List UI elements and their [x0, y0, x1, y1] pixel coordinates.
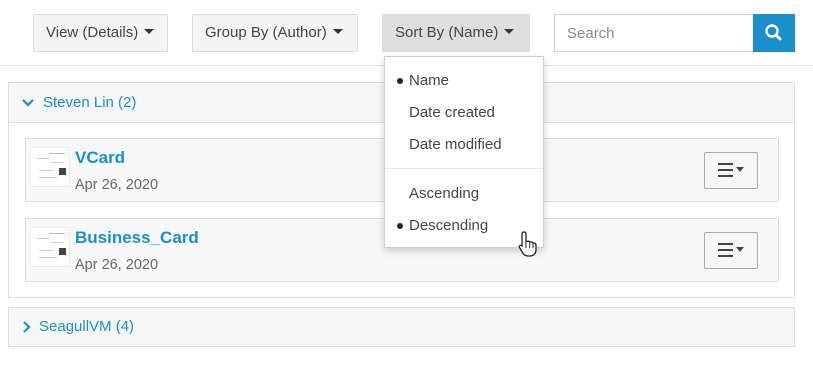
caret-down-icon: [332, 29, 343, 34]
selected-bullet-icon: [397, 78, 403, 84]
sort-menu: Name Date created Date modified Ascendin…: [384, 56, 544, 248]
sort-option-label: Descending: [409, 217, 489, 234]
view-button-label: View (Details): [46, 24, 139, 41]
document-thumbnail: [30, 147, 70, 187]
selected-bullet-icon: [397, 223, 403, 229]
sort-option-label: Date modified: [409, 136, 502, 153]
menu-divider: [385, 168, 543, 169]
group-by-dropdown-button[interactable]: Group By (Author): [192, 14, 358, 52]
sort-option-date-modified[interactable]: Date modified: [385, 129, 543, 161]
menu-icon: [718, 243, 744, 257]
chevron-right-icon: [23, 321, 31, 333]
item-title[interactable]: VCard: [75, 148, 125, 168]
view-dropdown-button[interactable]: View (Details): [33, 14, 168, 52]
search-icon: [765, 24, 782, 41]
item-actions-button[interactable]: [704, 232, 758, 269]
sort-by-button-label: Sort By (Name): [395, 24, 499, 41]
group-by-button-label: Group By (Author): [205, 24, 327, 41]
group-title[interactable]: SeagullVM (4): [39, 308, 134, 346]
caret-down-icon: [144, 29, 155, 34]
sort-option-name[interactable]: Name: [385, 65, 543, 97]
sort-option-label: Date created: [409, 104, 495, 121]
item-date: Apr 26, 2020: [75, 257, 159, 273]
group-header[interactable]: SeagullVM (4): [9, 308, 794, 346]
search-button[interactable]: [753, 14, 795, 52]
item-title[interactable]: Business_Card: [75, 228, 199, 248]
caret-down-icon: [504, 29, 515, 34]
sort-by-dropdown-button[interactable]: Sort By (Name): [382, 14, 530, 52]
sort-option-label: Name: [409, 72, 450, 89]
item-date: Apr 26, 2020: [75, 177, 159, 193]
document-thumbnail: [30, 227, 70, 267]
sort-order-ascending[interactable]: Ascending: [385, 178, 543, 210]
sort-option-label: Ascending: [409, 185, 480, 202]
hand-cursor-icon: [518, 231, 537, 257]
group-title[interactable]: Steven Lin (2): [43, 83, 136, 123]
group-panel-seagullvm: SeagullVM (4): [8, 307, 795, 347]
search-input[interactable]: [554, 14, 754, 52]
item-actions-button[interactable]: [704, 152, 758, 189]
chevron-down-icon: [22, 99, 34, 107]
menu-icon: [718, 163, 744, 177]
sort-option-date-created[interactable]: Date created: [385, 97, 543, 129]
